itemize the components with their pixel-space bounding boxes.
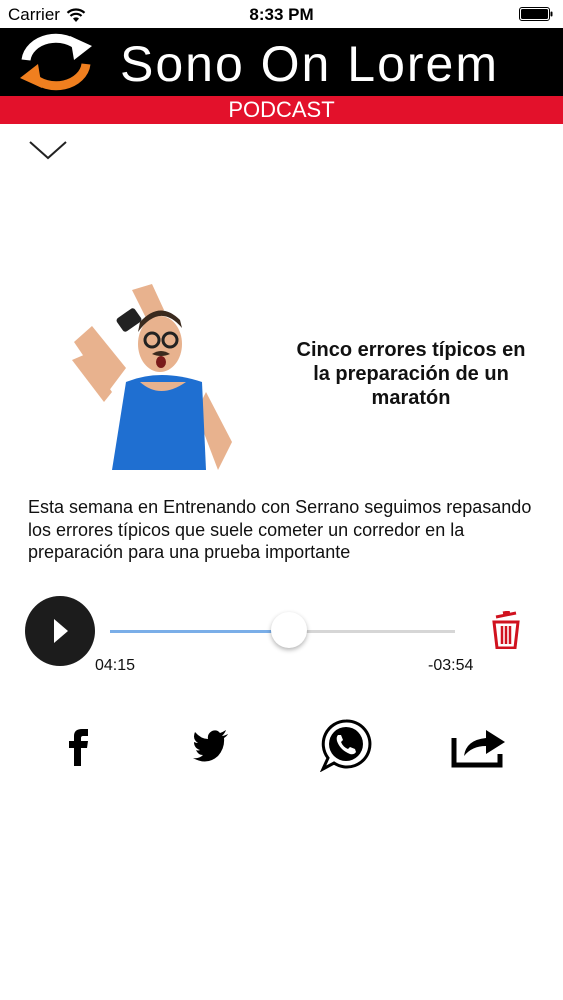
play-icon (54, 619, 68, 643)
battery-icon (519, 7, 553, 21)
elapsed-time: 04:15 (95, 657, 136, 674)
refresh-logo-icon (20, 33, 92, 91)
app-title: Sono On Lorem (120, 36, 499, 92)
app-header: Sono On Lorem (0, 28, 563, 96)
section-label: PODCAST (0, 96, 563, 124)
whatsapp-icon[interactable] (320, 718, 372, 772)
status-bar: Carrier 8:33 PM (0, 0, 563, 28)
episode-title: Cinco errores típicos en la preparación … (296, 339, 526, 409)
facebook-icon[interactable] (66, 726, 92, 766)
status-time: 8:33 PM (249, 5, 314, 24)
trash-icon[interactable] (490, 611, 522, 649)
episode-description: Esta semana en Entrenando con Serrano se… (28, 497, 532, 562)
chevron-down-icon[interactable] (28, 138, 68, 162)
progress-thumb[interactable] (271, 612, 308, 648)
share-icon[interactable] (450, 724, 508, 768)
progress-fill (110, 630, 290, 633)
remaining-time: -03:54 (428, 657, 474, 674)
episode-artwork (72, 284, 232, 470)
play-button[interactable] (25, 596, 95, 666)
twitter-icon[interactable] (193, 728, 229, 762)
